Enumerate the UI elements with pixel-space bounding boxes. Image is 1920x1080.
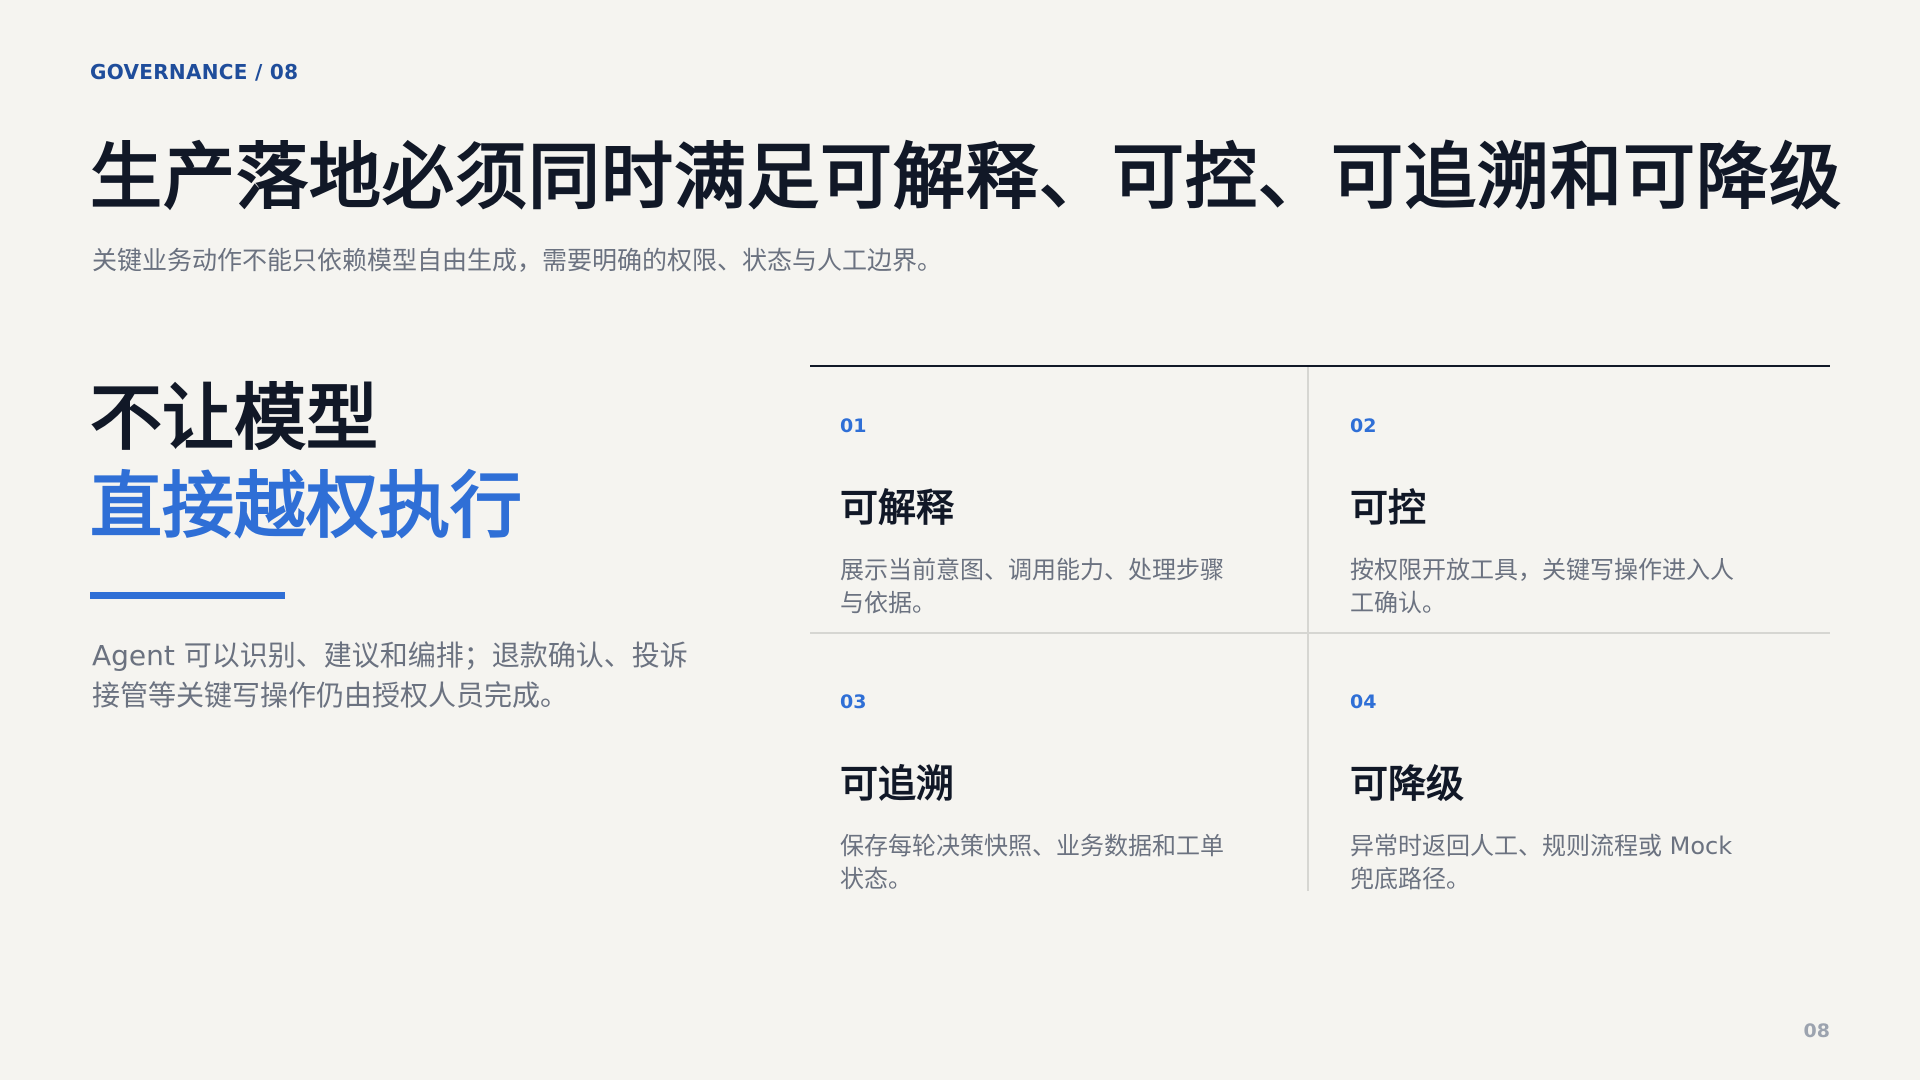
- card-title: 可降级: [1350, 762, 1465, 806]
- page-title: 生产落地必须同时满足可解释、可控、可追溯和可降级: [90, 135, 1843, 219]
- card-description: 异常时返回人工、规则流程或 Mock 兜底路径。: [1350, 832, 1733, 893]
- left-body-text: Agent 可以识别、建议和编排；退款确认、投诉接管等关键写操作仍由授权人员完成…: [92, 639, 688, 712]
- card-title: 可解释: [840, 486, 955, 530]
- principle-card-degradable: 04 可降级 异常时返回人工、规则流程或 Mock 兜底路径。: [1350, 643, 1790, 896]
- card-description: 展示当前意图、调用能力、处理步骤与依据。: [840, 556, 1224, 617]
- card-title: 可控: [1350, 486, 1427, 530]
- card-number: 02: [1350, 415, 1377, 437]
- accent-divider: [90, 592, 285, 599]
- card-number: 03: [840, 691, 867, 713]
- card-description: 保存每轮决策快照、业务数据和工单状态。: [840, 832, 1224, 893]
- principle-card-explainable: 01 可解释 展示当前意图、调用能力、处理步骤与依据。: [840, 367, 1280, 620]
- left-headline-line2: 直接越权执行: [90, 464, 523, 548]
- grid-vertical-divider: [1307, 367, 1309, 891]
- principles-grid: 01 可解释 展示当前意图、调用能力、处理步骤与依据。 02 可控 按权限开放工…: [810, 365, 1830, 893]
- section-eyebrow: GOVERNANCE / 08: [90, 60, 299, 84]
- page-subtitle: 关键业务动作不能只依赖模型自由生成，需要明确的权限、状态与人工边界。: [92, 246, 943, 275]
- card-description: 按权限开放工具，关键写操作进入人工确认。: [1350, 556, 1734, 617]
- principle-card-controllable: 02 可控 按权限开放工具，关键写操作进入人工确认。: [1350, 367, 1790, 620]
- left-headline: 不让模型 直接越权执行: [90, 374, 522, 550]
- card-title: 可追溯: [840, 762, 955, 806]
- card-number: 04: [1350, 691, 1377, 713]
- left-headline-line1: 不让模型: [90, 376, 379, 460]
- grid-horizontal-divider: [810, 632, 1830, 634]
- page-number: 08: [1803, 1020, 1830, 1042]
- principle-card-traceable: 03 可追溯 保存每轮决策快照、业务数据和工单状态。: [840, 643, 1280, 896]
- card-number: 01: [840, 415, 867, 437]
